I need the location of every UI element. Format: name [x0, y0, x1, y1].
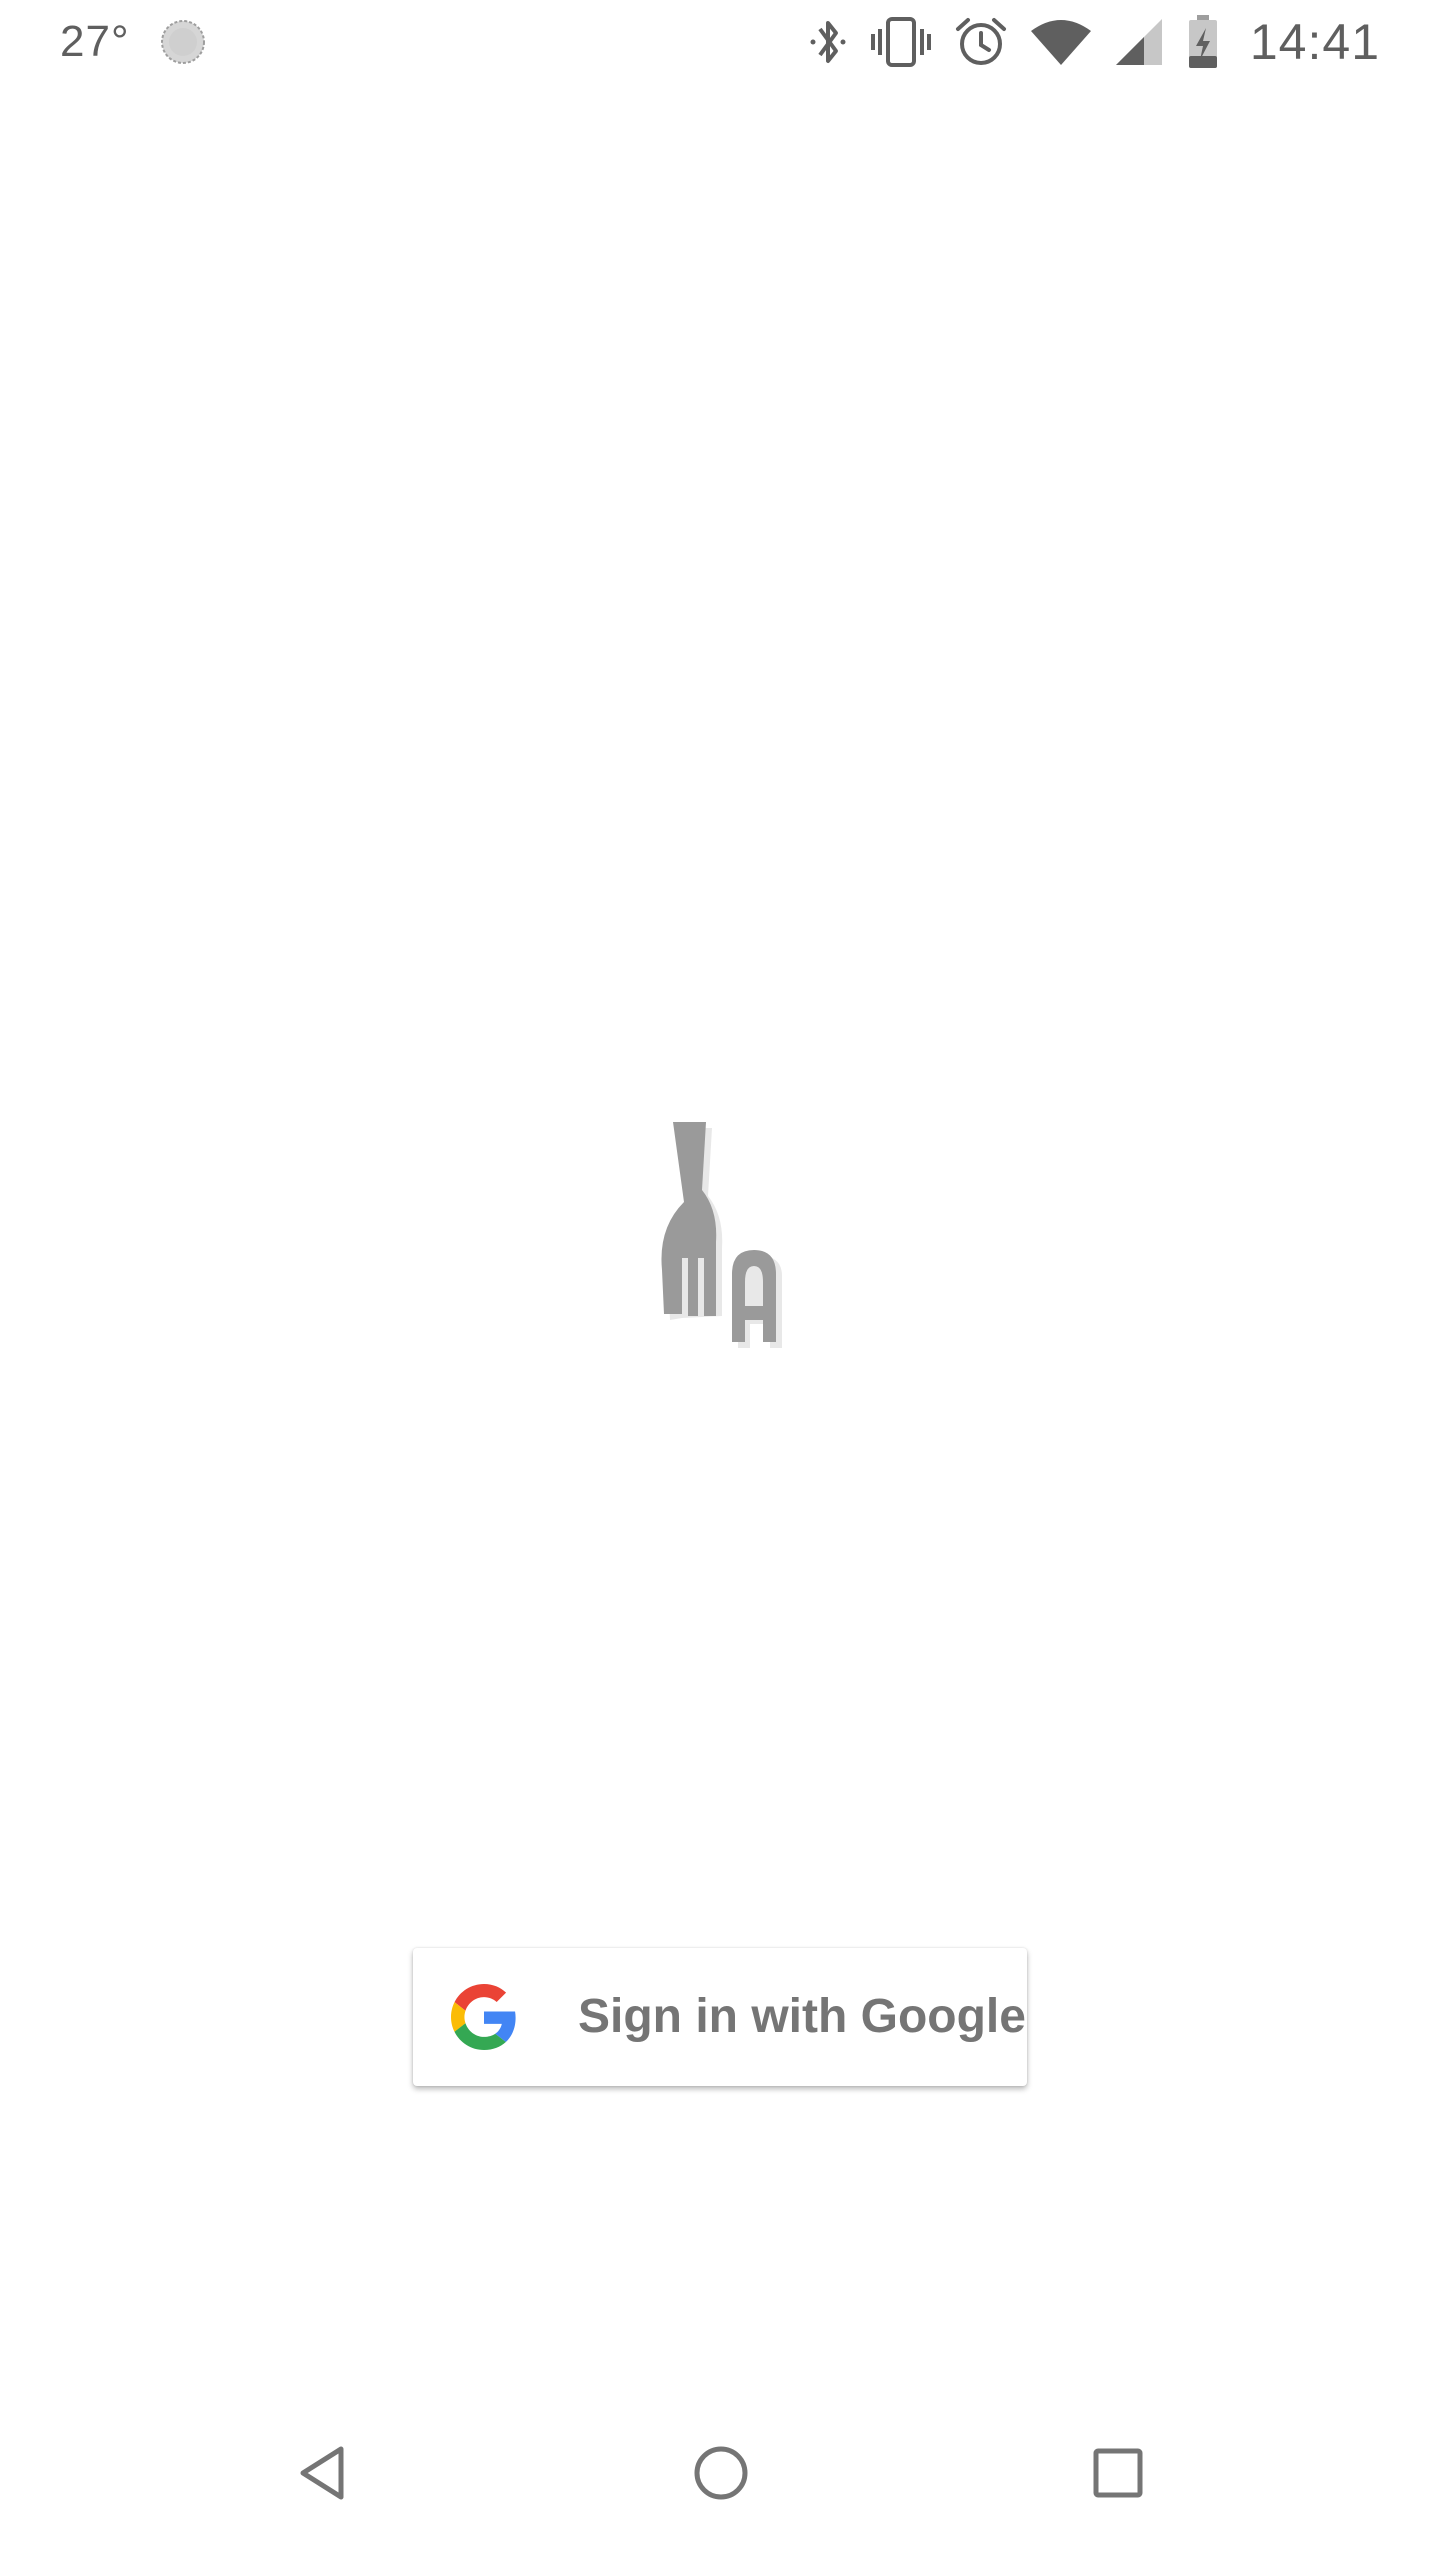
wifi-icon: [1030, 20, 1091, 65]
home-icon: [694, 2446, 748, 2500]
home-button[interactable]: [686, 2438, 756, 2508]
back-button[interactable]: [287, 2438, 357, 2508]
status-left: 27°: [60, 0, 208, 84]
status-right: 14:41: [808, 0, 1380, 84]
alarm-icon: [955, 18, 1006, 65]
navigation-bar: [0, 2392, 1440, 2560]
weather-sun-icon: [160, 20, 205, 64]
vibrate-icon: [870, 17, 931, 67]
google-signin-button[interactable]: Sign in with Google: [413, 1948, 1027, 2086]
temperature-text: 27°: [60, 17, 130, 66]
status-bar: 27° 14:41: [0, 0, 1440, 84]
battery-charging-icon: [1188, 15, 1217, 68]
back-icon: [300, 2446, 344, 2500]
google-g-icon: [451, 1984, 516, 2050]
google-signin-label: Sign in with Google: [578, 1990, 1026, 2043]
cell-signal-icon: [1115, 19, 1162, 65]
recents-icon: [1093, 2448, 1143, 2498]
bluetooth-icon: [810, 21, 846, 63]
recents-button[interactable]: [1083, 2438, 1153, 2508]
fork-a-logo: [661, 1122, 782, 1348]
clock-time: 14:41: [1249, 14, 1380, 70]
